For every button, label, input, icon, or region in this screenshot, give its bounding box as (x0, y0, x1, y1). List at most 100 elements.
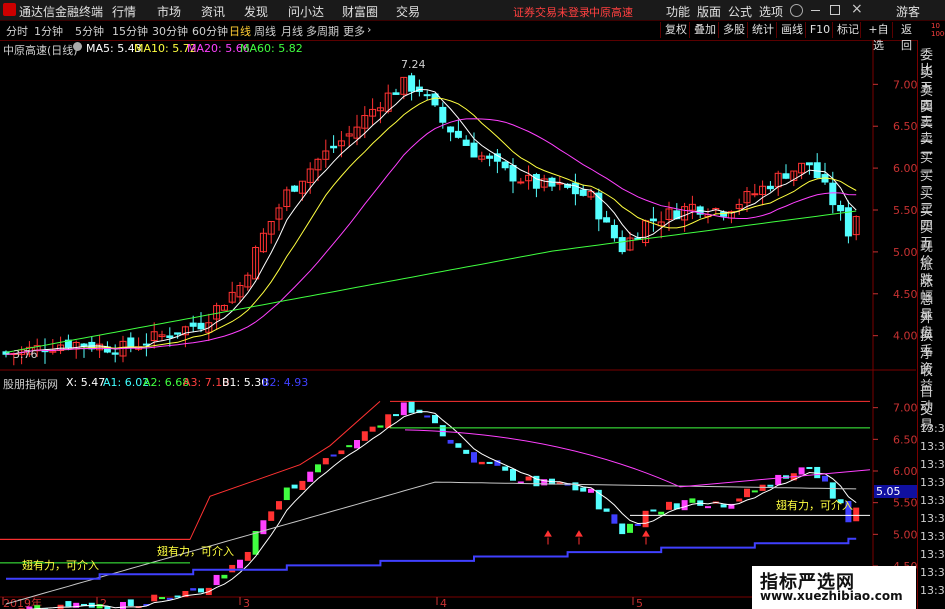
current-value-tag: 5.05 (874, 485, 918, 498)
candle (127, 337, 135, 348)
indicator-bar (424, 415, 431, 418)
indicator-x-line (28, 411, 857, 609)
indicator-bar (798, 467, 805, 475)
indicator-bar (354, 440, 360, 449)
candle (603, 217, 611, 223)
candle (751, 193, 759, 196)
indicator-bar (393, 414, 399, 417)
panel-time-1: 13:34 (920, 440, 945, 453)
indicator-bar (252, 531, 259, 555)
high-price-label: 7.24 (401, 58, 426, 71)
indicator-bar (533, 475, 540, 487)
indicator-bar (751, 490, 758, 493)
indicator-bar (276, 501, 282, 510)
indicator-bar (744, 488, 750, 498)
candle (111, 352, 119, 355)
indicator-bar (322, 458, 329, 465)
indicator-bar (190, 588, 197, 591)
indicator-bar (634, 523, 641, 526)
indicator-bar (299, 480, 306, 490)
indicator-bar (603, 508, 610, 512)
up-arrow-icon (642, 530, 650, 545)
y-tick-label: 4.50 (893, 288, 918, 301)
indicator-bar (502, 466, 509, 471)
candle (291, 185, 299, 192)
indicator-bar (260, 520, 267, 535)
indicator-bar (120, 601, 126, 609)
indicator-bar (151, 594, 158, 602)
indicator-bar (315, 464, 321, 473)
up-arrow-icon (544, 530, 552, 545)
y-tick-label: 5.00 (893, 246, 918, 259)
candle (462, 139, 470, 146)
indicator-bar (244, 551, 251, 561)
panel-time-7: 13:35 (920, 548, 945, 561)
indicator-bar (447, 439, 454, 444)
indicator-bar (127, 599, 134, 606)
ma5-line (5, 88, 857, 355)
indicator-bar (229, 564, 236, 573)
indicator-bar (455, 443, 462, 448)
sub-y-tick-label: 6.00 (893, 465, 918, 478)
indicator-bar (627, 523, 633, 533)
candle (829, 182, 837, 206)
indicator-bar (408, 401, 415, 413)
indicator-bar (237, 559, 243, 569)
settings-icon[interactable] (73, 42, 82, 51)
candle (330, 145, 338, 149)
signal-label: 翅有力，可介入 (22, 559, 99, 572)
panel-time-9: 13:36 (920, 584, 945, 597)
y-tick-label: 7.00 (893, 78, 918, 91)
indicator-bar (478, 461, 485, 465)
panel-time-5: 13:35 (920, 512, 945, 525)
indicator-bar (775, 474, 782, 486)
candle (189, 322, 197, 327)
indicator-bar (572, 482, 579, 491)
indicator-bar (611, 514, 618, 524)
indicator-bar (330, 454, 337, 457)
ma10-line (5, 97, 857, 355)
indicator-bar (510, 469, 516, 481)
kline-chart[interactable]: 7.00 6.50 6.00 5.50 5.00 4.50 4.00 7.00 6.50 6.00… (0, 0, 945, 609)
indicator-step-line (0, 400, 381, 540)
indicator-bar (463, 449, 470, 454)
low-price-label: 3.76 (13, 348, 38, 361)
indicator-bar (736, 498, 743, 502)
candle (579, 189, 587, 196)
candle (837, 204, 845, 212)
candle (532, 174, 540, 189)
panel-time-2: 13:34 (920, 458, 945, 471)
indicator-bar (369, 426, 376, 432)
panel-time-6: 13:35 (920, 530, 945, 543)
indicator-bar (159, 597, 165, 600)
indicator-bar (432, 414, 438, 424)
y-tick-label: 6.00 (893, 162, 918, 175)
ma20-line (5, 118, 857, 355)
indicator-bar (658, 511, 665, 515)
indicator-bar (853, 507, 860, 522)
ma60-line (5, 210, 857, 353)
candle (517, 181, 525, 184)
indicator-bar (720, 504, 727, 508)
candle (174, 332, 182, 335)
y-tick-label: 4.00 (893, 330, 918, 343)
signal-label: 翅有力，可介入 (157, 545, 234, 558)
indicator-bar (439, 425, 446, 437)
date-label: 4 (440, 597, 447, 609)
panel-time-3: 13:35 (920, 476, 945, 489)
panel-time-4: 13:35 (920, 494, 945, 507)
indicator-bar (221, 574, 228, 579)
indicator-bar (65, 601, 72, 607)
candle (766, 185, 774, 190)
candle (501, 161, 509, 169)
indicator-bar (268, 511, 275, 521)
candle (439, 106, 447, 123)
ma60-legend: MA60: 5.82 (240, 42, 303, 55)
candle (408, 75, 416, 92)
candle (782, 173, 790, 179)
indicator-name: 股朋指标网 (3, 378, 58, 391)
main-candles (2, 72, 860, 366)
candle (634, 237, 642, 240)
candle (805, 162, 813, 166)
candle (493, 153, 501, 162)
